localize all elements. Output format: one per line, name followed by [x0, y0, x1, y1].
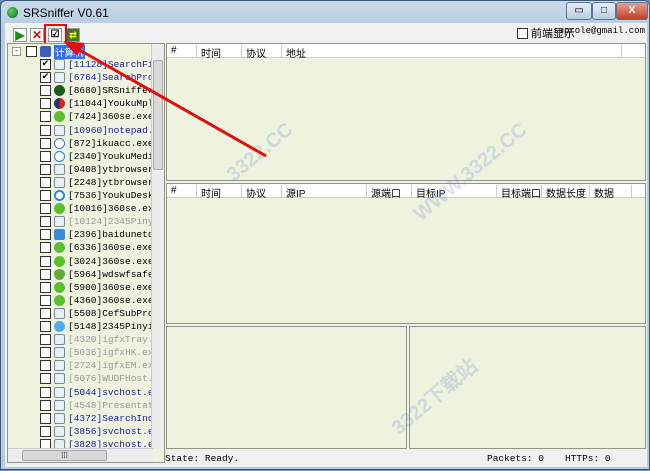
- app-window: SRSniffer V0.61 ▭ □ X ▶ ✕ ☑ ⇄ 前端显示 supro…: [0, 0, 650, 470]
- red-arrow-annotation: [63, 41, 267, 158]
